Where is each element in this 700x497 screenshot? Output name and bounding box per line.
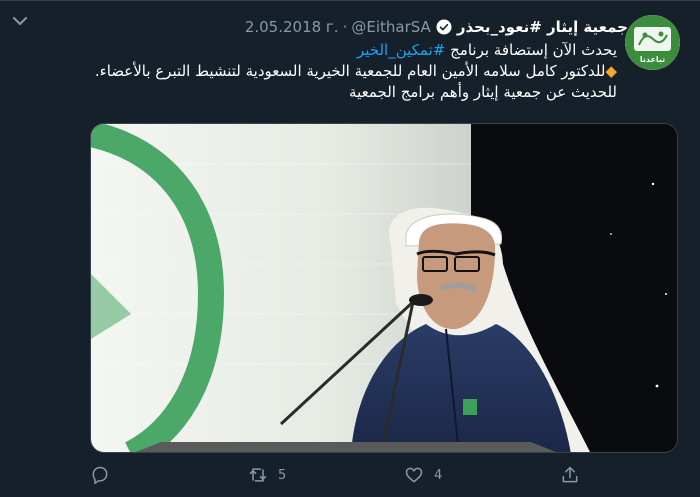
reply-button[interactable] [90, 461, 110, 489]
separator-dot: · [342, 18, 348, 36]
retweet-count: 5 [278, 467, 287, 483]
share-button[interactable] [560, 461, 580, 489]
avatar-logo: تباعدنا [625, 15, 680, 70]
retweet-button[interactable]: 5 [248, 461, 286, 489]
tweet-text-line1: يحدث الآن إستضافة برنامج [445, 41, 617, 59]
user-handle[interactable]: @EitharSA [351, 18, 430, 36]
display-name[interactable]: جمعية إيثار #نعود_بحذر [457, 18, 628, 36]
avatar[interactable]: تباعدنا [625, 15, 680, 70]
chevron-down-icon[interactable] [8, 9, 32, 33]
tweet-actions: 5 4 [90, 461, 590, 489]
hashtag-link[interactable]: #تمكين_الخير [357, 41, 445, 59]
diamond-icon: ◆ [605, 62, 617, 80]
verified-badge-icon [436, 19, 452, 35]
like-count: 4 [434, 467, 443, 483]
like-button[interactable]: 4 [404, 461, 442, 489]
tweet-line-1: يحدث الآن إستضافة برنامج #تمكين_الخير [90, 40, 617, 61]
like-icon [405, 467, 423, 483]
share-icon [562, 466, 578, 483]
tweet-line-2: ◆للدكتور كامل سلامه الأمين العام للجمعية… [90, 61, 617, 103]
tweet-card[interactable]: جمعية إيثار #نعود_بحذر @EitharSA · 2.05.… [0, 0, 700, 497]
reply-icon [92, 466, 108, 485]
tweet-header: جمعية إيثار #نعود_بحذر @EitharSA · 2.05.… [80, 15, 628, 39]
tweet-photo[interactable] [90, 123, 678, 453]
tweet-text: يحدث الآن إستضافة برنامج #تمكين_الخير ◆ل… [90, 40, 617, 103]
speaker-photo [91, 124, 677, 452]
timestamp[interactable]: 2.05.2018 г. [245, 18, 339, 36]
avatar-logo-text: تباعدنا [640, 55, 665, 64]
retweet-icon [249, 468, 267, 482]
tweet-text-line2: للدكتور كامل سلامه الأمين العام للجمعية … [94, 62, 617, 101]
